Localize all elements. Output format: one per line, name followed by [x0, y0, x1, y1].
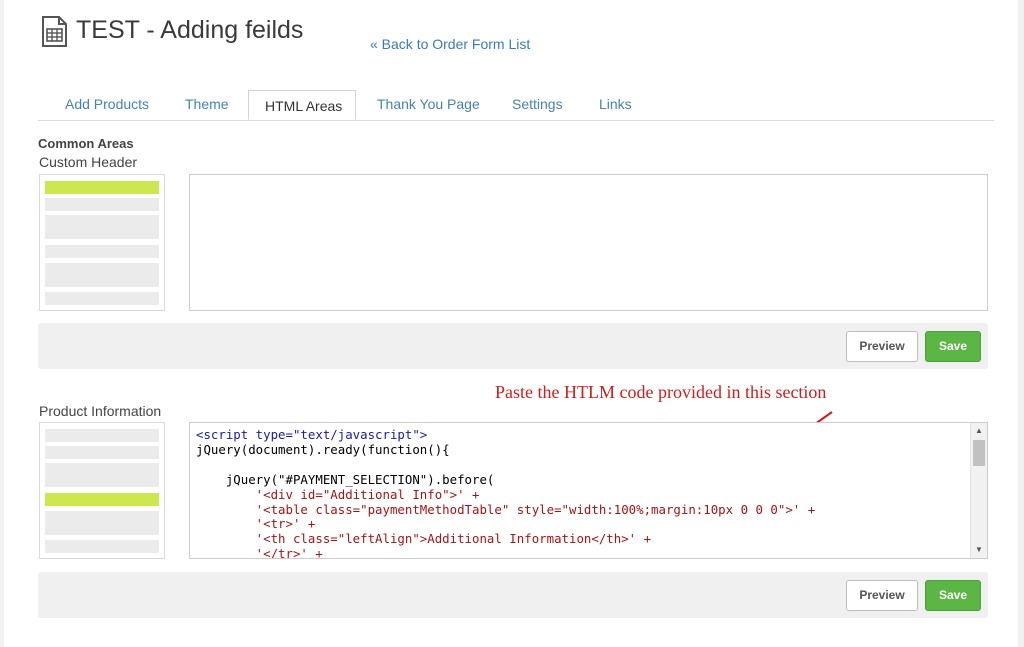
code-line: jQuery(document).ready(function(){: [196, 441, 450, 457]
custom-header-label: Custom Header: [39, 154, 138, 170]
annotation-text: Paste the HTLM code provided in this sec…: [495, 382, 827, 402]
code-line: <script type="text/javascript">: [196, 428, 428, 442]
custom-header-editor[interactable]: [189, 174, 988, 311]
product-information-action-bar: Preview Save: [38, 572, 988, 618]
order-form-icon: [42, 16, 67, 47]
back-to-order-form-list-link[interactable]: « Back to Order Form List: [370, 36, 530, 52]
layout-block: [45, 245, 159, 258]
product-information-save-button[interactable]: Save: [925, 580, 981, 611]
layout-block: [45, 429, 159, 442]
code-line: jQuery("#PAYMENT_SELECTION").before(: [196, 471, 495, 487]
layout-highlight-block: [45, 181, 159, 194]
layout-block: [45, 446, 159, 459]
editor-scrollbar[interactable]: ▲ ▼: [970, 423, 987, 558]
layout-block: [45, 263, 159, 287]
custom-header-layout-thumbnail: [39, 174, 165, 311]
layout-block: [45, 540, 159, 553]
product-information-label: Product Information: [39, 403, 162, 419]
tab-bar: Add Products Theme HTML Areas Thank You …: [38, 90, 994, 121]
product-information-code-editor[interactable]: <script type="text/javascript"> jQuery(d…: [189, 422, 988, 559]
scroll-down-arrow-icon[interactable]: ▼: [971, 543, 987, 557]
custom-header-save-button[interactable]: Save: [925, 331, 981, 362]
tab-html-areas[interactable]: HTML Areas: [248, 90, 356, 120]
custom-header-action-bar: Preview Save: [38, 323, 988, 369]
custom-header-editor-content[interactable]: [196, 180, 969, 310]
layout-block: [45, 463, 159, 487]
left-gutter: [0, 0, 4, 647]
code-line: '<table class="paymentMethodTable" style…: [196, 501, 816, 517]
page-title: TEST - Adding feilds: [76, 16, 304, 44]
tab-thank-you-page[interactable]: Thank You Page: [377, 90, 480, 119]
tab-links[interactable]: Links: [599, 90, 632, 119]
layout-block: [45, 511, 159, 535]
product-information-preview-button[interactable]: Preview: [846, 580, 918, 611]
tab-theme[interactable]: Theme: [185, 90, 229, 119]
scrollbar-thumb[interactable]: [973, 440, 985, 466]
code-content[interactable]: <script type="text/javascript"> jQuery(d…: [196, 428, 969, 558]
scroll-up-arrow-icon[interactable]: ▲: [971, 424, 987, 438]
code-line: '<th class="leftAlign">Additional Inform…: [196, 531, 652, 547]
code-line: '</tr>' +: [196, 546, 323, 558]
layout-highlight-block: [45, 493, 159, 506]
layout-block: [45, 215, 159, 239]
common-areas-heading: Common Areas: [38, 136, 134, 151]
tab-settings[interactable]: Settings: [512, 90, 563, 119]
custom-header-preview-button[interactable]: Preview: [846, 331, 918, 362]
code-line: '<tr>' +: [196, 516, 316, 532]
layout-block: [45, 292, 159, 305]
layout-block: [45, 198, 159, 211]
tab-add-products[interactable]: Add Products: [65, 90, 149, 119]
code-line: '<div id="Additional Info">' +: [196, 486, 480, 502]
right-gutter: [1018, 0, 1024, 647]
product-information-layout-thumbnail: [39, 422, 165, 559]
